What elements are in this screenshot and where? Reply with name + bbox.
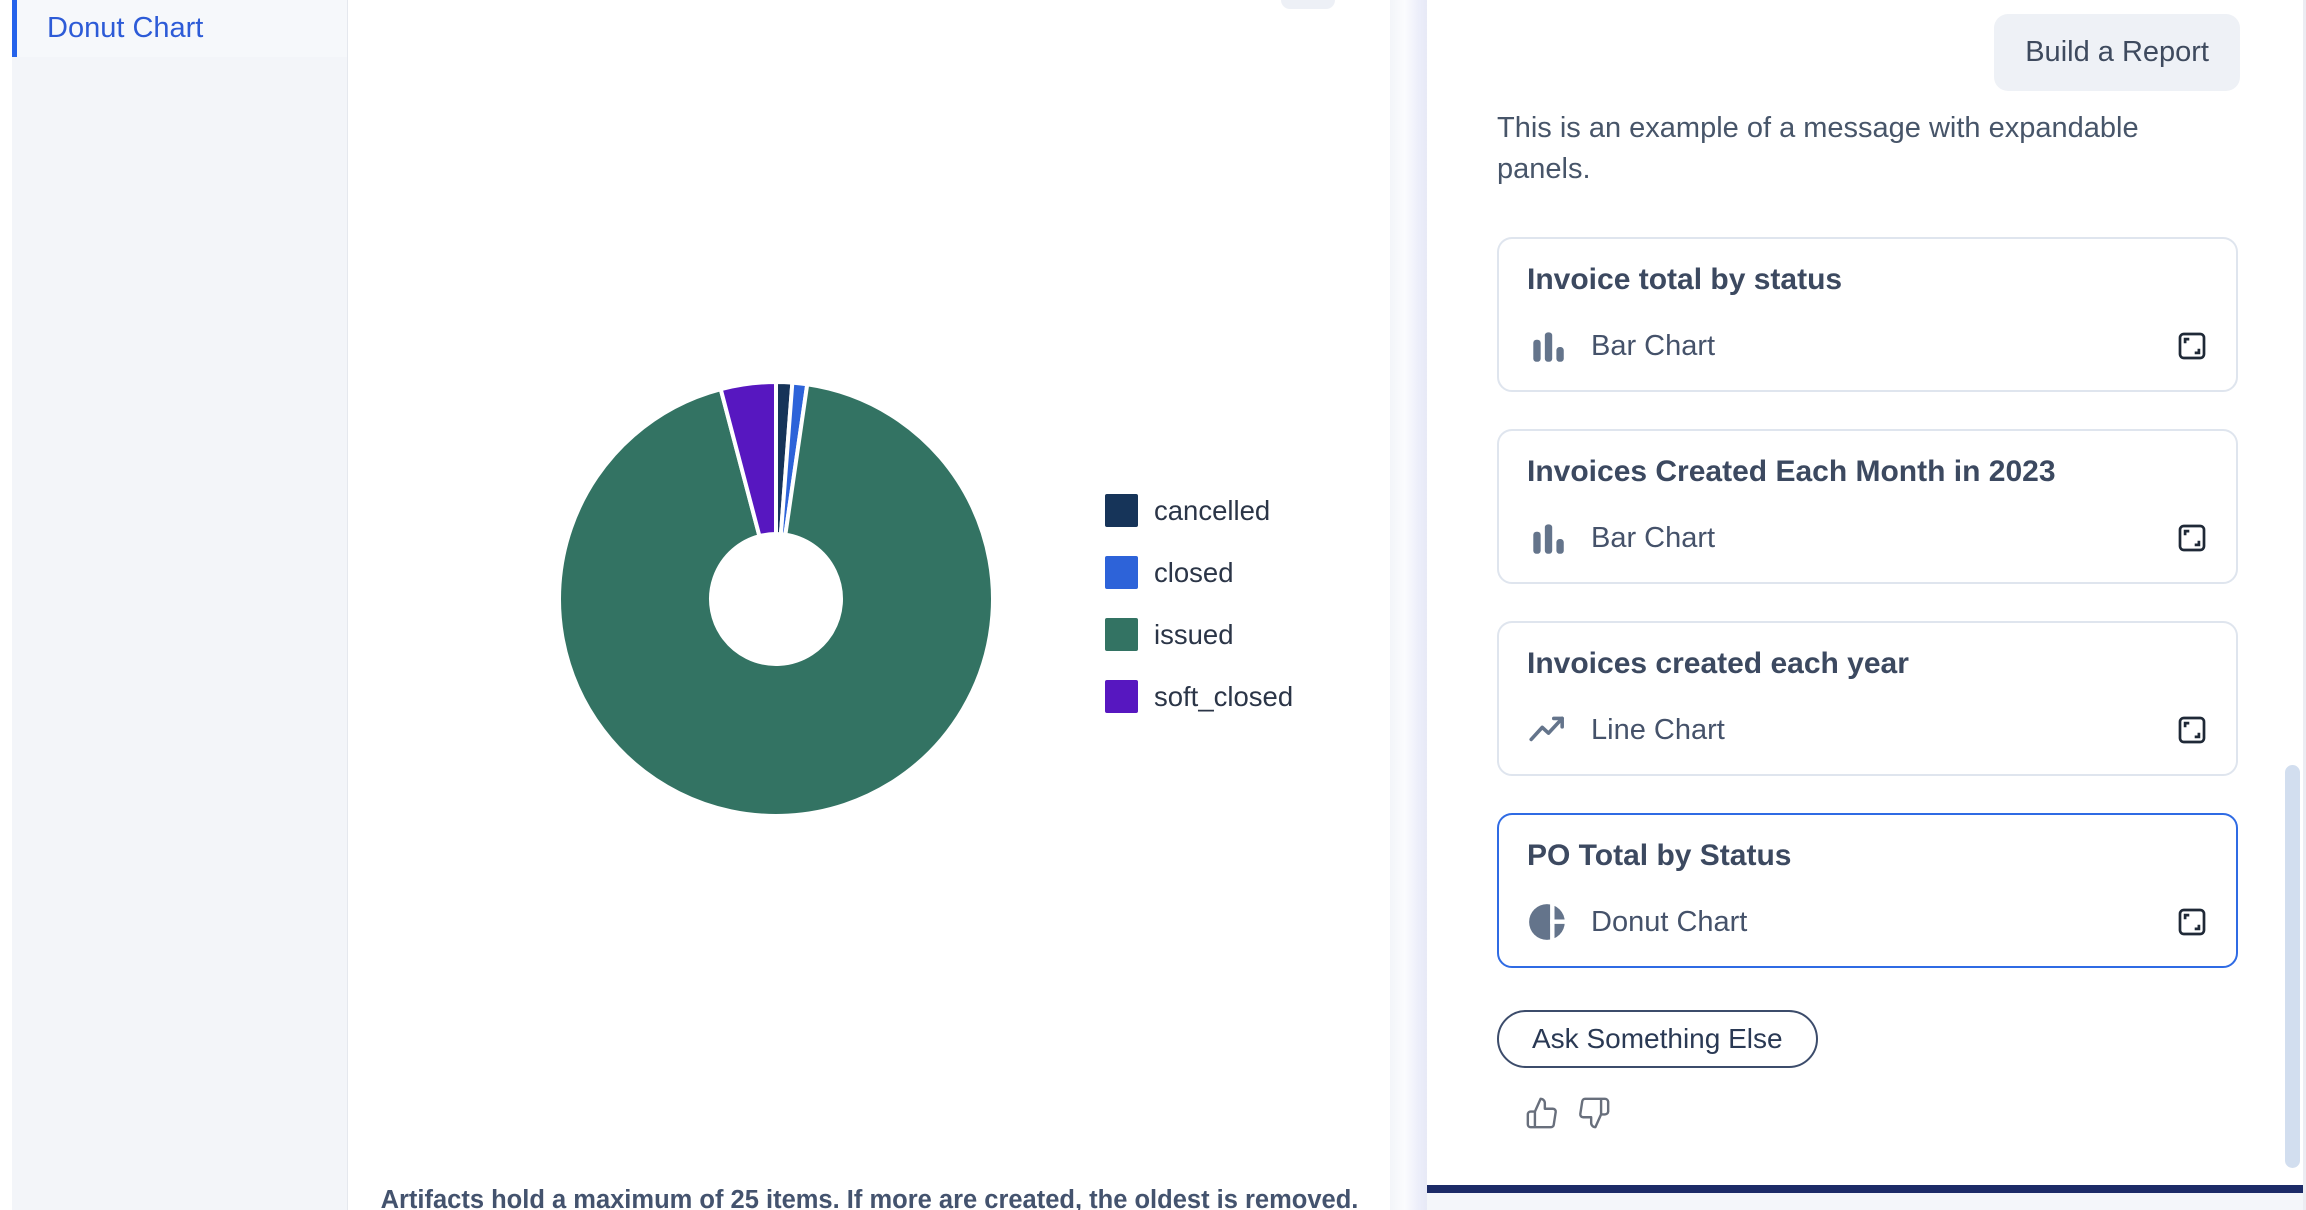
- panel-row: Bar Chart: [1527, 325, 2210, 367]
- build-a-report-button[interactable]: Build a Report: [1994, 14, 2240, 91]
- expand-panel-button[interactable]: [2174, 904, 2210, 940]
- expandable-panels: Invoice total by status Bar Chart: [1497, 237, 2238, 1005]
- panel-row: Donut Chart: [1527, 901, 2210, 943]
- legend-label: issued: [1154, 619, 1234, 651]
- bar-chart-icon: [1527, 325, 1569, 367]
- expand-icon: [2174, 712, 2210, 748]
- panel-title: Invoices Created Each Month in 2023: [1527, 455, 2208, 489]
- panel-card-invoices-created-each-month[interactable]: Invoices Created Each Month in 2023 Bar …: [1497, 429, 2238, 584]
- panel-chart-type: Bar Chart: [1591, 330, 1715, 363]
- legend-swatch: [1105, 556, 1138, 589]
- line-chart-icon: [1527, 709, 1569, 751]
- expand-icon: [2174, 520, 2210, 556]
- panel-card-po-total-by-status[interactable]: PO Total by Status Donut Chart: [1497, 813, 2238, 968]
- expand-panel-button[interactable]: [2174, 328, 2210, 364]
- panel-title: Invoice total by status: [1527, 263, 2208, 297]
- assistant-message: This is an example of a message with exp…: [1497, 108, 2197, 190]
- panel-chart-type: Line Chart: [1591, 714, 1725, 747]
- expand-icon: [2174, 904, 2210, 940]
- ask-something-else-button[interactable]: Ask Something Else: [1497, 1010, 1818, 1068]
- legend-swatch: [1105, 680, 1138, 713]
- legend-swatch: [1105, 618, 1138, 651]
- expand-panel-button[interactable]: [2174, 712, 2210, 748]
- expand-icon: [2174, 328, 2210, 364]
- legend-item: soft_closed: [1105, 680, 1293, 713]
- sidebar-item-label: Donut Chart: [47, 12, 203, 45]
- panel-row: Bar Chart: [1527, 517, 2210, 559]
- donut-chart-icon: [1527, 901, 1569, 943]
- cutoff-toolbar-chip: [1281, 0, 1335, 9]
- thumbs-down-button[interactable]: [1577, 1096, 1611, 1130]
- legend-item: issued: [1105, 618, 1293, 651]
- panel-chart-type: Bar Chart: [1591, 522, 1715, 555]
- thumbs-down-icon: [1577, 1096, 1611, 1130]
- thumbs-up-icon: [1525, 1096, 1559, 1130]
- sidebar-item-donut-chart[interactable]: Donut Chart: [12, 0, 347, 57]
- legend-item: cancelled: [1105, 494, 1293, 527]
- artifact-sidebar: Donut Chart: [12, 0, 348, 1210]
- donut-chart: [546, 369, 1006, 829]
- panel-title: PO Total by Status: [1527, 839, 2208, 873]
- feedback-row: [1525, 1096, 1611, 1130]
- legend-swatch: [1105, 494, 1138, 527]
- panel-card-invoice-total-by-status[interactable]: Invoice total by status Bar Chart: [1497, 237, 2238, 392]
- panel-divider: [1390, 0, 1427, 1210]
- chat-bottom-background: [1427, 1193, 2306, 1210]
- chat-scrollbar-thumb[interactable]: [2285, 765, 2300, 1168]
- legend-label: closed: [1154, 557, 1234, 589]
- legend-label: cancelled: [1154, 495, 1270, 527]
- legend-item: closed: [1105, 556, 1293, 589]
- panel-row: Line Chart: [1527, 709, 2210, 751]
- chart-legend: cancelled closed issued soft_closed: [1105, 494, 1293, 742]
- chat-panel: Build a Report This is an example of a m…: [1427, 0, 2306, 1210]
- panel-chart-type: Donut Chart: [1591, 906, 1747, 939]
- artifact-viewer: cancelled closed issued soft_closed Artifac…: [349, 0, 1390, 1210]
- panel-title: Invoices created each year: [1527, 647, 2208, 681]
- legend-label: soft_closed: [1154, 681, 1293, 713]
- thumbs-up-button[interactable]: [1525, 1096, 1559, 1130]
- bar-chart-icon: [1527, 517, 1569, 559]
- expand-panel-button[interactable]: [2174, 520, 2210, 556]
- donut-chart-svg: [546, 369, 1006, 829]
- artifact-footer-note: Artifacts hold a maximum of 25 items. If…: [349, 1186, 1390, 1210]
- panel-card-invoices-created-each-year[interactable]: Invoices created each year Line Chart: [1497, 621, 2238, 776]
- chat-input-top-edge: [1427, 1185, 2306, 1193]
